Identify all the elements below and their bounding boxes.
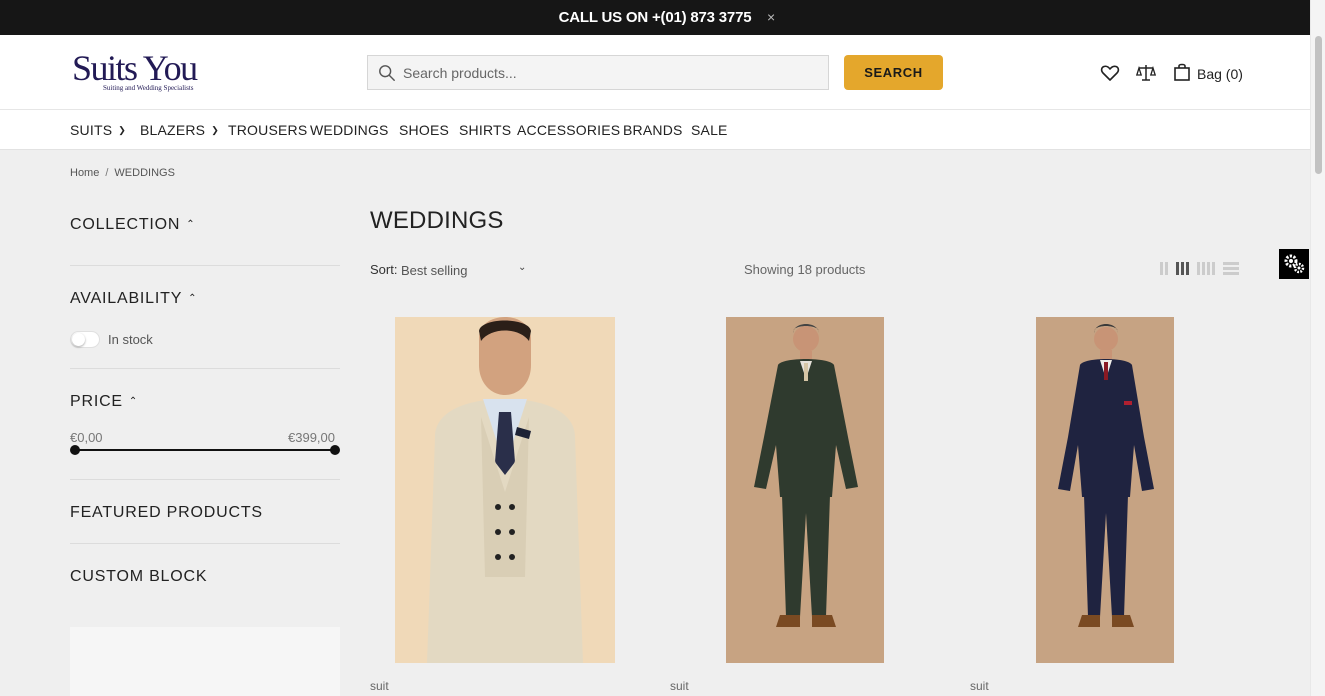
- close-icon[interactable]: ×: [767, 9, 775, 25]
- chevron-up-icon: ⌃: [188, 293, 198, 304]
- breadcrumb: Home / WEDDINGS: [70, 167, 175, 179]
- price-slider-track[interactable]: [74, 449, 336, 451]
- chevron-up-icon: ⌃: [186, 219, 196, 230]
- filter-collection[interactable]: COLLECTION ⌃: [70, 216, 195, 234]
- search-button[interactable]: SEARCH: [844, 55, 943, 90]
- settings-gear-icon[interactable]: [1279, 249, 1309, 279]
- divider: [70, 368, 340, 369]
- custom-block: [70, 627, 340, 696]
- price-min: €0,00: [70, 430, 103, 445]
- announcement-bar: CALL US ON +(01) 873 3775 ×: [0, 0, 1310, 35]
- product-type: suit: [670, 679, 689, 693]
- toggle-knob: [72, 333, 85, 346]
- breadcrumb-separator: /: [105, 167, 109, 179]
- logo-tagline: Suiting and Wedding Specialists: [103, 84, 194, 92]
- breadcrumb-home[interactable]: Home: [70, 167, 99, 179]
- product-image[interactable]: [395, 317, 615, 663]
- announcement-text: CALL US ON +(01) 873 3775: [558, 9, 752, 26]
- search-box: [367, 55, 829, 90]
- price-slider-max-handle[interactable]: [330, 445, 340, 455]
- bag-label[interactable]: Bag (0): [1197, 66, 1243, 82]
- scrollbar[interactable]: [1310, 0, 1325, 696]
- divider: [70, 265, 340, 266]
- breadcrumb-current: WEDDINGS: [114, 167, 175, 179]
- site-header: Suits You Suiting and Wedding Specialist…: [0, 35, 1310, 110]
- filter-price[interactable]: PRICE ⌃: [70, 393, 138, 411]
- grid-3-columns-icon[interactable]: [1176, 262, 1189, 275]
- chevron-down-icon: ❯: [211, 125, 219, 135]
- grid-4-columns-icon[interactable]: [1197, 262, 1215, 275]
- product-type: suit: [970, 679, 989, 693]
- compare-scale-icon[interactable]: [1136, 63, 1156, 83]
- nav-item-sale[interactable]: SALE: [691, 122, 728, 138]
- nav-item-shirts[interactable]: SHIRTS: [459, 122, 511, 138]
- nav-item-blazers[interactable]: BLAZERS ❯: [140, 122, 219, 138]
- main-nav: SUITS ❯ BLAZERS ❯ TROUSERS WEDDINGS SHOES …: [0, 110, 1310, 150]
- chevron-down-icon[interactable]: ⌄: [518, 262, 526, 273]
- sort-label: Sort:: [370, 262, 398, 277]
- grid-2-columns-icon[interactable]: [1160, 262, 1168, 275]
- search-input[interactable]: [403, 56, 823, 89]
- product-type: suit: [370, 679, 389, 693]
- in-stock-label: In stock: [108, 332, 153, 347]
- product-count: Showing 18 products: [744, 262, 866, 277]
- divider: [70, 479, 340, 480]
- nav-item-suits[interactable]: SUITS ❯: [70, 122, 126, 138]
- nav-item-weddings[interactable]: WEDDINGS: [310, 122, 389, 138]
- scrollbar-thumb[interactable]: [1315, 36, 1322, 174]
- product-image[interactable]: [726, 317, 884, 663]
- list-view-icon[interactable]: [1223, 262, 1239, 275]
- heart-icon[interactable]: [1100, 63, 1120, 83]
- page-title: WEDDINGS: [370, 207, 504, 234]
- logo-name: Suits You: [72, 48, 198, 88]
- product-image[interactable]: [1036, 317, 1174, 663]
- in-stock-toggle[interactable]: [70, 331, 100, 348]
- nav-item-accessories[interactable]: ACCESSORIES: [517, 122, 620, 138]
- price-max: €399,00: [288, 430, 335, 445]
- nav-item-shoes[interactable]: SHOES: [399, 122, 449, 138]
- price-slider-min-handle[interactable]: [70, 445, 80, 455]
- chevron-up-icon: ⌃: [128, 396, 139, 407]
- bag-icon[interactable]: [1172, 62, 1192, 82]
- nav-item-brands[interactable]: BRANDS: [623, 122, 683, 138]
- filter-featured-products[interactable]: FEATURED PRODUCTS: [70, 504, 263, 522]
- logo[interactable]: Suits You Suiting and Wedding Specialist…: [72, 50, 212, 98]
- search-icon: [379, 65, 395, 81]
- divider: [70, 543, 340, 544]
- filter-availability[interactable]: AVAILABILITY ⌃: [70, 290, 197, 308]
- nav-item-trousers[interactable]: TROUSERS: [228, 122, 307, 138]
- custom-block-title: CUSTOM BLOCK: [70, 568, 208, 585]
- chevron-down-icon: ❯: [118, 125, 126, 135]
- sort-select[interactable]: Best selling: [401, 263, 467, 278]
